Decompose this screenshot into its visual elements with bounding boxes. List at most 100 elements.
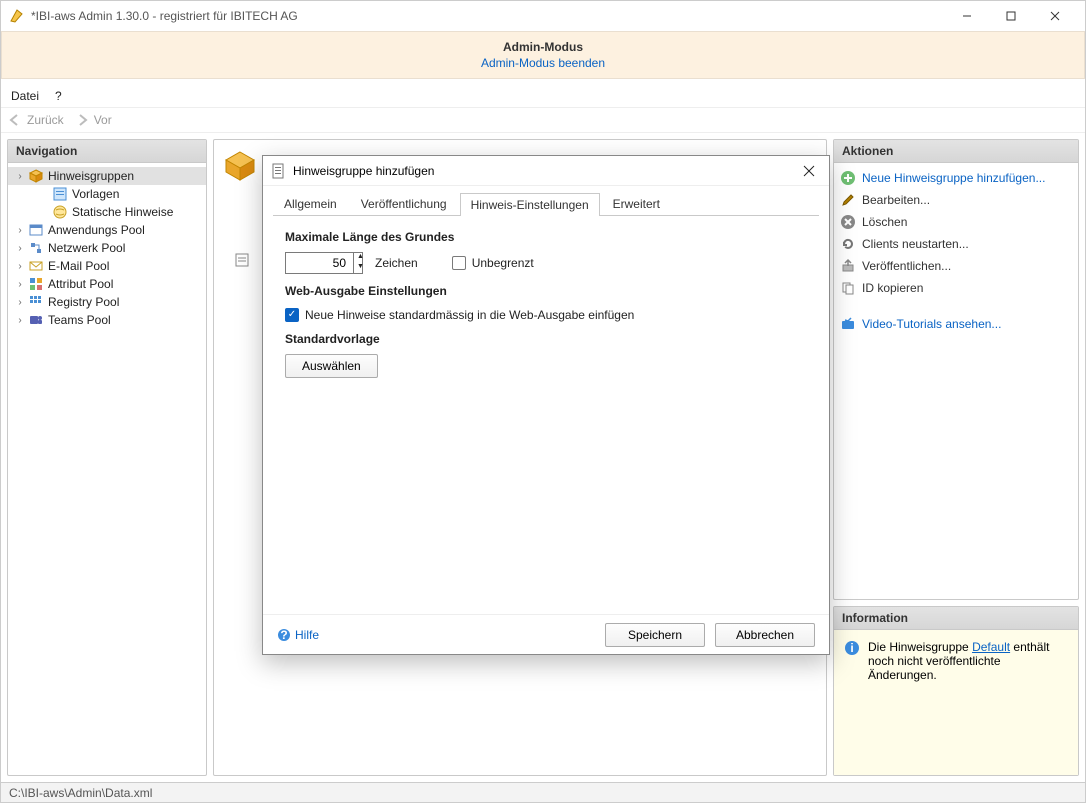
close-window-button[interactable]: [1033, 2, 1077, 30]
checkbox-icon: [452, 256, 466, 270]
window-title: *IBI-aws Admin 1.30.0 - registriert für …: [31, 9, 298, 23]
nav-item-label: Vorlagen: [72, 187, 119, 201]
dialog-title: Hinweisgruppe hinzufügen: [293, 164, 434, 178]
forward-label[interactable]: Vor: [94, 113, 112, 127]
action-item[interactable]: ID kopieren: [840, 277, 1072, 299]
dialog-footer: ? Hilfe Speichern Abbrechen: [263, 614, 829, 654]
action-label: Löschen: [862, 215, 907, 229]
expand-icon[interactable]: ›: [14, 279, 26, 290]
expand-icon[interactable]: ›: [14, 315, 26, 326]
nav-item[interactable]: ›Netzwerk Pool: [8, 239, 206, 257]
restart-icon: [840, 236, 856, 252]
package-icon: [222, 148, 258, 184]
action-item[interactable]: Clients neustarten...: [840, 233, 1072, 255]
actions-panel: Aktionen Neue Hinweisgruppe hinzufügen..…: [833, 139, 1079, 600]
navigation-tree: ›Hinweisgruppen Vorlagen Statische Hinweis…: [8, 163, 206, 333]
dialog-tab[interactable]: Allgemein: [273, 192, 348, 215]
history-navbar: Zurück Vor: [1, 107, 1085, 133]
dialog-icon: [271, 163, 287, 179]
nav-item-icon: [28, 294, 44, 310]
nav-item[interactable]: › Teams Pool: [8, 311, 206, 329]
select-template-button[interactable]: Auswählen: [285, 354, 378, 378]
nav-item-icon: [52, 204, 68, 220]
dialog-titlebar: Hinweisgruppe hinzufügen: [263, 156, 829, 186]
statusbar: C:\IBI-aws\Admin\Data.xml: [1, 782, 1085, 802]
max-length-spinner[interactable]: ▲▼: [353, 253, 367, 273]
help-link[interactable]: ? Hilfe: [277, 628, 319, 642]
web-output-checkbox[interactable]: ✓ Neue Hinweise standardmässig in die We…: [285, 308, 634, 322]
action-item[interactable]: Veröffentlichen...: [840, 255, 1072, 277]
nav-item-icon: [52, 186, 68, 202]
publish-icon: [840, 258, 856, 274]
action-label: Bearbeiten...: [862, 193, 930, 207]
dialog-tab[interactable]: Erweitert: [602, 192, 671, 215]
expand-icon[interactable]: ›: [14, 261, 26, 272]
dialog-tabs: AllgemeinVeröffentlichungHinweis-Einstel…: [273, 186, 819, 216]
action-label: Neue Hinweisgruppe hinzufügen...: [862, 171, 1045, 185]
save-button[interactable]: Speichern: [605, 623, 705, 647]
add-hint-group-dialog: Hinweisgruppe hinzufügen AllgemeinVeröff…: [262, 155, 830, 655]
cancel-button[interactable]: Abbrechen: [715, 623, 815, 647]
expand-icon[interactable]: ›: [14, 243, 26, 254]
nav-item[interactable]: Vorlagen: [8, 185, 206, 203]
nav-item-icon: [28, 240, 44, 256]
dialog-tab[interactable]: Veröffentlichung: [350, 192, 458, 215]
unlimited-checkbox[interactable]: Unbegrenzt: [452, 256, 534, 270]
pencil-icon: [840, 192, 856, 208]
nav-item-label: Teams Pool: [48, 313, 111, 327]
action-item[interactable]: Löschen: [840, 211, 1072, 233]
dialog-close-button[interactable]: [797, 159, 821, 183]
content-panel: Hinweisgruppe hinzufügen AllgemeinVeröff…: [213, 139, 827, 776]
action-label: Veröffentlichen...: [862, 259, 951, 273]
action-item[interactable]: Neue Hinweisgruppe hinzufügen...: [840, 167, 1072, 189]
nav-item[interactable]: › E-Mail Pool: [8, 257, 206, 275]
expand-icon[interactable]: ›: [14, 171, 26, 182]
expand-icon[interactable]: ›: [14, 297, 26, 308]
app-icon: [9, 8, 25, 24]
banner-link[interactable]: Admin-Modus beenden: [2, 56, 1084, 70]
nav-item[interactable]: › Registry Pool: [8, 293, 206, 311]
expand-icon[interactable]: ›: [14, 225, 26, 236]
dialog-tab[interactable]: Hinweis-Einstellungen: [460, 193, 600, 216]
status-path: C:\IBI-aws\Admin\Data.xml: [9, 786, 152, 800]
nav-item[interactable]: › Anwendungs Pool: [8, 221, 206, 239]
nav-item-label: Statische Hinweise: [72, 205, 173, 219]
nav-item-label: Anwendungs Pool: [48, 223, 145, 237]
menubar: Datei ?: [1, 85, 1085, 107]
plus-icon: [840, 170, 856, 186]
dialog-body: Maximale Länge des Grundes ▲▼ Zeichen Un…: [263, 216, 829, 614]
navigation-panel: Navigation ›HinweisgruppenVorlagenStatis…: [7, 139, 207, 776]
help-icon: ?: [277, 628, 291, 642]
checkbox-icon: ✓: [285, 308, 299, 322]
action-label: ID kopieren: [862, 281, 923, 295]
nav-item-label: E-Mail Pool: [48, 259, 109, 273]
info-link[interactable]: Default: [972, 640, 1010, 654]
action-label: Video-Tutorials ansehen...: [862, 317, 1001, 331]
nav-item-icon: [28, 168, 44, 184]
information-panel: Information i Die Hinweisgruppe Default …: [833, 606, 1079, 776]
forward-icon[interactable]: [74, 112, 90, 128]
section-template: Standardvorlage: [285, 332, 807, 346]
nav-item-label: Attribut Pool: [48, 277, 113, 291]
menu-help[interactable]: ?: [55, 89, 62, 103]
nav-item-icon: [28, 276, 44, 292]
minimize-button[interactable]: [945, 2, 989, 30]
tv-icon: [840, 316, 856, 332]
copy-icon: [840, 280, 856, 296]
svg-text:i: i: [850, 641, 853, 655]
banner-title: Admin-Modus: [2, 40, 1084, 54]
action-item[interactable]: Bearbeiten...: [840, 189, 1072, 211]
action-item[interactable]: Video-Tutorials ansehen...: [840, 313, 1072, 335]
unlimited-label: Unbegrenzt: [472, 256, 534, 270]
nav-item-label: Registry Pool: [48, 295, 119, 309]
menu-file[interactable]: Datei: [11, 89, 39, 103]
nav-item[interactable]: › Attribut Pool: [8, 275, 206, 293]
nav-item[interactable]: Statische Hinweise: [8, 203, 206, 221]
back-icon[interactable]: [7, 112, 23, 128]
nav-item[interactable]: ›Hinweisgruppen: [8, 167, 206, 185]
max-length-input[interactable]: [285, 252, 363, 274]
back-label[interactable]: Zurück: [27, 113, 64, 127]
maximize-button[interactable]: [989, 2, 1033, 30]
zeichen-label: Zeichen: [375, 256, 418, 270]
delete-icon: [840, 214, 856, 230]
